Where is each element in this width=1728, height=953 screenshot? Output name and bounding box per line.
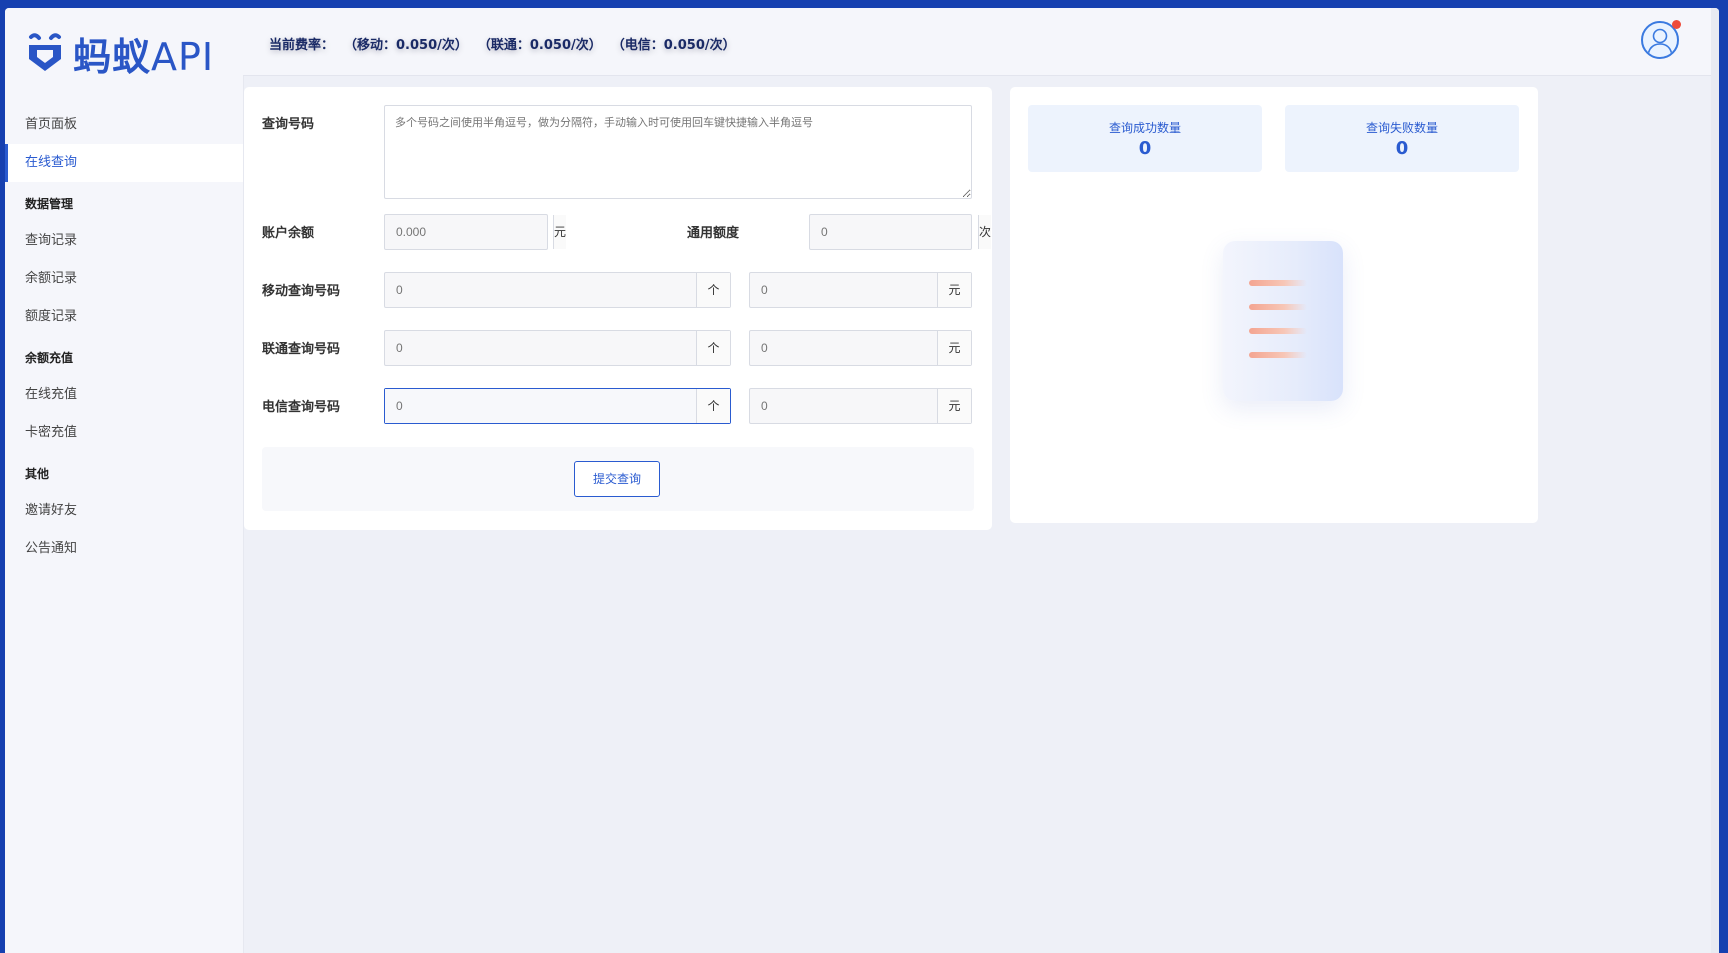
sidebar-item[interactable]: 卡密充值 xyxy=(5,414,243,452)
submit-area: 提交查询 xyxy=(262,447,974,511)
top-header: 当前费率： （移动：0.050/次） （联通：0.050/次） （电信：0.05… xyxy=(243,8,1719,76)
telecom-cost-unit: 元 xyxy=(937,389,971,423)
quota-field: 次 xyxy=(809,214,992,250)
unicom-row-label: 联通查询号码 xyxy=(262,342,341,357)
rate-telecom: （电信：0.050/次） xyxy=(611,38,736,53)
unicom-cost-field: 元 xyxy=(749,330,972,366)
sidebar: 蚂蚁API 首页面板 在线查询数据管理查询记录 余额记录 额度记录余额充值在线充值 卡密… xyxy=(5,8,244,953)
sidebar-nav: 首页面板 在线查询数据管理查询记录 余额记录 额度记录余额充值在线充值 卡密充值其他邀请… xyxy=(5,106,243,568)
query-form-panel: 查询号码 账户余额 元 通用额度 次 移动查询号码 个 元 联通查询号码 个 xyxy=(244,87,992,530)
mobile-cost-unit: 元 xyxy=(937,273,971,307)
telecom-cost-input[interactable] xyxy=(750,389,937,423)
ant-logo-icon xyxy=(25,31,65,75)
unicom-count-input[interactable] xyxy=(385,331,696,365)
rate-label: 当前费率： xyxy=(269,38,335,53)
mobile-row-label: 移动查询号码 xyxy=(262,284,341,299)
success-count-label: 查询成功数量 xyxy=(1108,121,1181,135)
sidebar-item[interactable]: 查询记录 xyxy=(5,222,243,260)
sidebar-item[interactable]: 余额记录 xyxy=(5,260,243,298)
brand-logo[interactable]: 蚂蚁API xyxy=(25,26,214,81)
success-count-value: 0 xyxy=(1138,138,1152,159)
brand-api: API xyxy=(151,34,215,79)
success-count-card: 查询成功数量 0 xyxy=(1028,105,1262,172)
quota-label: 通用额度 xyxy=(687,226,740,241)
fail-count-card: 查询失败数量 0 xyxy=(1285,105,1519,172)
quota-input[interactable] xyxy=(810,215,978,249)
doc-line xyxy=(1249,304,1307,310)
mobile-cost-input[interactable] xyxy=(750,273,937,307)
mobile-cost-field: 元 xyxy=(749,272,972,308)
sidebar-group-label: 数据管理 xyxy=(25,197,74,211)
rate-unicom: （联通：0.050/次） xyxy=(477,38,602,53)
fail-count-label: 查询失败数量 xyxy=(1365,121,1438,135)
rate-info: 当前费率： （移动：0.050/次） （联通：0.050/次） （电信：0.05… xyxy=(269,34,736,53)
sidebar-item[interactable]: 邀请好友 xyxy=(5,492,243,530)
telecom-count-field: 个 xyxy=(384,388,731,424)
query-number-label: 查询号码 xyxy=(262,117,315,132)
sidebar-item[interactable]: 在线充值 xyxy=(5,376,243,414)
sidebar-item[interactable]: 公告通知 xyxy=(5,530,243,568)
unicom-cost-input[interactable] xyxy=(750,331,937,365)
quota-unit: 次 xyxy=(978,215,992,249)
notification-dot-icon xyxy=(1672,20,1681,29)
unicom-cost-unit: 元 xyxy=(937,331,971,365)
submit-query-button[interactable]: 提交查询 xyxy=(574,461,660,497)
telecom-row-label: 电信查询号码 xyxy=(262,400,341,415)
brand-name: 蚂蚁API xyxy=(73,26,214,81)
balance-unit: 元 xyxy=(553,215,567,249)
balance-field: 元 xyxy=(384,214,567,250)
fail-count-value: 0 xyxy=(1395,138,1409,159)
app-frame: 蚂蚁API 首页面板 在线查询数据管理查询记录 余额记录 额度记录余额充值在线充值 卡密… xyxy=(5,8,1719,953)
mobile-count-field: 个 xyxy=(384,272,731,308)
sidebar-group-label: 其他 xyxy=(25,467,50,481)
unicom-count-unit: 个 xyxy=(696,331,730,365)
rate-mobile: （移动：0.050/次） xyxy=(344,38,468,53)
balance-input[interactable] xyxy=(385,215,553,249)
telecom-cost-field: 元 xyxy=(749,388,972,424)
doc-line xyxy=(1249,328,1307,334)
brand-cn: 蚂蚁 xyxy=(73,34,152,79)
sidebar-item[interactable]: 在线查询 xyxy=(5,144,243,182)
query-number-textarea[interactable] xyxy=(384,105,972,199)
mobile-count-unit: 个 xyxy=(696,273,730,307)
page-scrollbar[interactable] xyxy=(1711,8,1719,953)
result-stats-panel: 查询成功数量 0 查询失败数量 0 xyxy=(1010,87,1538,523)
unicom-count-field: 个 xyxy=(384,330,731,366)
sidebar-group-label: 余额充值 xyxy=(25,351,74,365)
mobile-count-input[interactable] xyxy=(385,273,696,307)
telecom-count-unit: 个 xyxy=(696,389,730,423)
empty-document-icon xyxy=(1223,241,1343,401)
doc-line xyxy=(1249,280,1307,286)
balance-label: 账户余额 xyxy=(262,226,315,241)
doc-line xyxy=(1249,352,1307,358)
sidebar-item[interactable]: 首页面板 xyxy=(5,106,243,144)
telecom-count-input[interactable] xyxy=(385,389,696,423)
sidebar-item[interactable]: 额度记录 xyxy=(5,298,243,336)
